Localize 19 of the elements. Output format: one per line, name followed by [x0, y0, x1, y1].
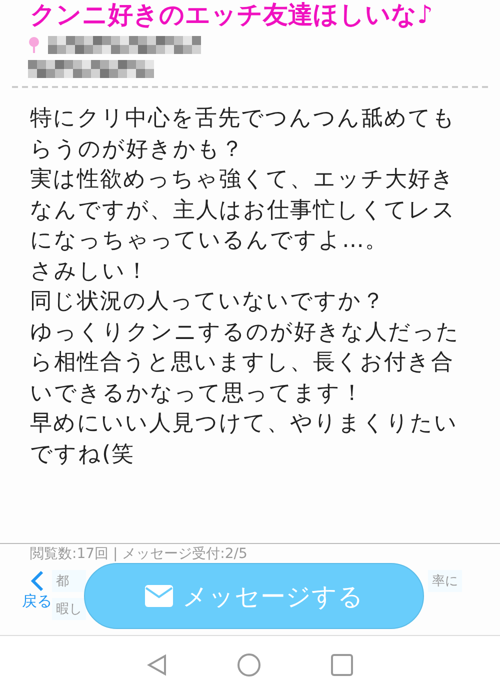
- view-stats: 閲覧数:17回 | メッセージ受付:2/5: [30, 546, 248, 562]
- post-title: クンニ好きのエッチ友達ほしいな♪: [29, 0, 434, 30]
- tag-chip: 率に: [428, 570, 462, 592]
- post-text: 同じ状況の人っていないですか？: [30, 288, 386, 316]
- back-nav-icon[interactable]: [147, 654, 167, 676]
- send-message-button[interactable]: メッセージする: [84, 563, 424, 629]
- post-text: 特にクリ中心を舌先でつんつん舐めてもらうのが好きかも？: [30, 105, 457, 164]
- post-text: 実は性欲めっちゃ強くて、エッチ大好きなんですが、主人はお仕事忙しくてレスになっちゃっているんですよ…。: [30, 166, 457, 255]
- home-nav-icon[interactable]: [237, 653, 261, 677]
- mail-icon: [144, 585, 172, 607]
- back-link[interactable]: 戻る: [22, 570, 52, 611]
- tag-chip: 暇し: [52, 598, 86, 620]
- post-text: 早めにいい人見つけて、やりまくりたいですね(笑: [30, 410, 459, 468]
- tag-chip: 都: [52, 570, 86, 592]
- post-text: さみしい！: [30, 258, 150, 286]
- post-text: ゆっくりクンニするのが好きな人だったら相性合うと思いますし、長くお付き合いできるかなって思ってます！: [30, 318, 461, 408]
- chevron-left-icon: [30, 570, 44, 592]
- female-icon: [28, 36, 40, 54]
- recents-nav-icon[interactable]: [331, 654, 353, 676]
